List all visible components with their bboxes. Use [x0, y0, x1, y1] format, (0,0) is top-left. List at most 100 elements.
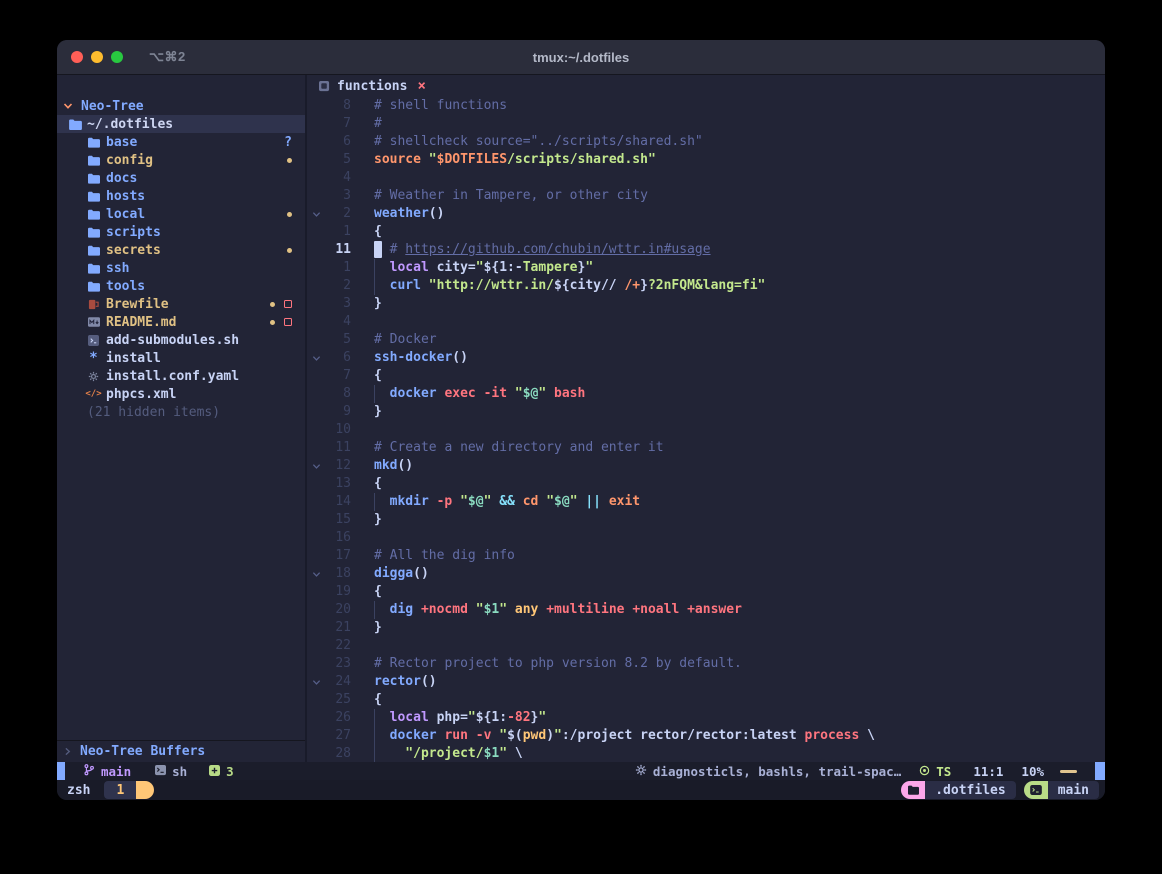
code-line[interactable]: 6# shellcheck source="../scripts/shared.…: [307, 133, 1105, 151]
code-line[interactable]: 16: [307, 529, 1105, 547]
code-line[interactable]: 7#: [307, 115, 1105, 133]
git-unstaged-icon: [284, 300, 292, 308]
tree-item-install.conf.yaml[interactable]: install.conf.yaml: [57, 367, 305, 385]
code-line[interactable]: 12mkd(): [307, 457, 1105, 475]
tree-item-docs[interactable]: docs: [57, 169, 305, 187]
code-line[interactable]: 22: [307, 637, 1105, 655]
scroll-percent: 10%: [1021, 764, 1044, 779]
tree-item-phpcs.xml[interactable]: </>phpcs.xml: [57, 385, 305, 403]
folder-icon: [87, 281, 100, 292]
code-line[interactable]: 26 local php="${1:-82}": [307, 709, 1105, 727]
tab-functions[interactable]: functions: [337, 79, 407, 94]
tree-item-install[interactable]: *install: [57, 349, 305, 367]
markdown-icon: [87, 317, 100, 327]
code-line[interactable]: 25{: [307, 691, 1105, 709]
code-line[interactable]: 7{: [307, 367, 1105, 385]
fold-column: [307, 745, 325, 762]
code-line[interactable]: 13{: [307, 475, 1105, 493]
code-line[interactable]: 8 docker exec -it "$@" bash: [307, 385, 1105, 403]
tree-item-ssh[interactable]: ssh: [57, 259, 305, 277]
line-text: {: [374, 583, 382, 601]
git-status-badges: [287, 248, 305, 253]
code-line[interactable]: 18digga(): [307, 565, 1105, 583]
xml-icon: </>: [87, 389, 100, 399]
tmux-status-bar: zsh 1 .dotfiles main: [57, 780, 1105, 800]
tmux-git-badge[interactable]: main: [1024, 781, 1099, 799]
tree-item-add-submodules.sh[interactable]: add-submodules.sh: [57, 331, 305, 349]
fold-chevron-icon[interactable]: [307, 349, 325, 367]
tree-item-README.md[interactable]: README.md: [57, 313, 305, 331]
fold-chevron-icon[interactable]: [307, 205, 325, 223]
fold-column: [307, 277, 325, 295]
code-line[interactable]: 14 mkdir -p "$@" && cd "$@" || exit: [307, 493, 1105, 511]
code-line[interactable]: 24rector(): [307, 673, 1105, 691]
indent-guide: [374, 277, 382, 295]
line-text: mkd(): [374, 457, 413, 475]
tmux-cwd-label: .dotfiles: [925, 781, 1015, 799]
git-unstaged-icon: [284, 318, 292, 326]
fold-chevron-icon[interactable]: [307, 565, 325, 583]
code-line[interactable]: 2weather(): [307, 205, 1105, 223]
tree-root-item[interactable]: ~/.dotfiles: [57, 115, 305, 133]
shell-filetype-icon: [155, 764, 166, 779]
code-line[interactable]: 5# Docker: [307, 331, 1105, 349]
code-line[interactable]: 5source "$DOTFILES/scripts/shared.sh": [307, 151, 1105, 169]
code-line[interactable]: 3}: [307, 295, 1105, 313]
git-modified-icon: [270, 320, 275, 325]
git-status-badges: [270, 318, 305, 326]
line-text: curl "http://wttr.in/${city// /+}?2nFQM&…: [374, 277, 765, 295]
code-line[interactable]: 15}: [307, 511, 1105, 529]
tmux-cwd-badge[interactable]: .dotfiles: [901, 781, 1015, 799]
line-text: # Weather in Tampere, or other city: [374, 187, 648, 205]
code-line[interactable]: 17# All the dig info: [307, 547, 1105, 565]
tree-item-label: local: [106, 207, 145, 222]
tree-item-Brewfile[interactable]: Brewfile: [57, 295, 305, 313]
code-line-current[interactable]: 11 # https://github.com/chubin/wttr.in#u…: [307, 241, 1105, 259]
code-line[interactable]: 27 docker run -v "$(pwd)":/project recto…: [307, 727, 1105, 745]
tree-item-config[interactable]: config: [57, 151, 305, 169]
code-line[interactable]: 11# Create a new directory and enter it: [307, 439, 1105, 457]
zoom-window-button[interactable]: [111, 51, 123, 63]
code-line[interactable]: 3# Weather in Tampere, or other city: [307, 187, 1105, 205]
fold-column: [307, 313, 325, 331]
tree-item-hosts[interactable]: hosts: [57, 187, 305, 205]
line-text: {: [374, 367, 382, 385]
code-line[interactable]: 19 {: [307, 583, 1105, 601]
code-line[interactable]: 4: [307, 169, 1105, 187]
tree-item-label: install.conf.yaml: [106, 369, 239, 384]
code-line[interactable]: 9}: [307, 403, 1105, 421]
neo-tree-buffers-header[interactable]: Neo-Tree Buffers: [57, 740, 305, 762]
minimize-window-button[interactable]: [91, 51, 103, 63]
tmux-window-badge[interactable]: 1: [104, 781, 154, 799]
code-line[interactable]: 1 local city="${1:-Tampere}": [307, 259, 1105, 277]
line-number: 19: [325, 583, 351, 601]
neo-tree-header[interactable]: Neo-Tree: [57, 97, 305, 115]
tab-close-icon[interactable]: ×: [417, 78, 425, 94]
code-line[interactable]: 4: [307, 313, 1105, 331]
fold-column: [307, 259, 325, 277]
folder-open-icon: [69, 119, 82, 130]
code-line[interactable]: 23# Rector project to php version 8.2 by…: [307, 655, 1105, 673]
code-line[interactable]: 2 curl "http://wttr.in/${city// /+}?2nFQ…: [307, 277, 1105, 295]
line-number: 21: [325, 619, 351, 637]
tree-item-local[interactable]: local: [57, 205, 305, 223]
code-line[interactable]: 1{: [307, 223, 1105, 241]
code-line[interactable]: 8# shell functions: [307, 97, 1105, 115]
tree-item-tools[interactable]: tools: [57, 277, 305, 295]
tree-item-base[interactable]: base?: [57, 133, 305, 151]
fold-chevron-icon[interactable]: [307, 457, 325, 475]
close-window-button[interactable]: [71, 51, 83, 63]
tree-item-scripts[interactable]: scripts: [57, 223, 305, 241]
fold-chevron-icon[interactable]: [307, 673, 325, 691]
git-modified-icon: [270, 302, 275, 307]
code-area[interactable]: 8# shell functions7#6# shellcheck source…: [307, 97, 1105, 762]
code-line[interactable]: 28 "/project/$1" \: [307, 745, 1105, 762]
code-line[interactable]: 20 dig +nocmd "$1" any +multiline +noall…: [307, 601, 1105, 619]
tree-item-secrets[interactable]: secrets: [57, 241, 305, 259]
treesitter-icon: [919, 764, 930, 779]
code-line[interactable]: 21}: [307, 619, 1105, 637]
code-line[interactable]: 6ssh-docker(): [307, 349, 1105, 367]
code-line[interactable]: 10: [307, 421, 1105, 439]
git-added-group: 3: [209, 764, 234, 779]
git-modified-icon: [287, 248, 292, 253]
